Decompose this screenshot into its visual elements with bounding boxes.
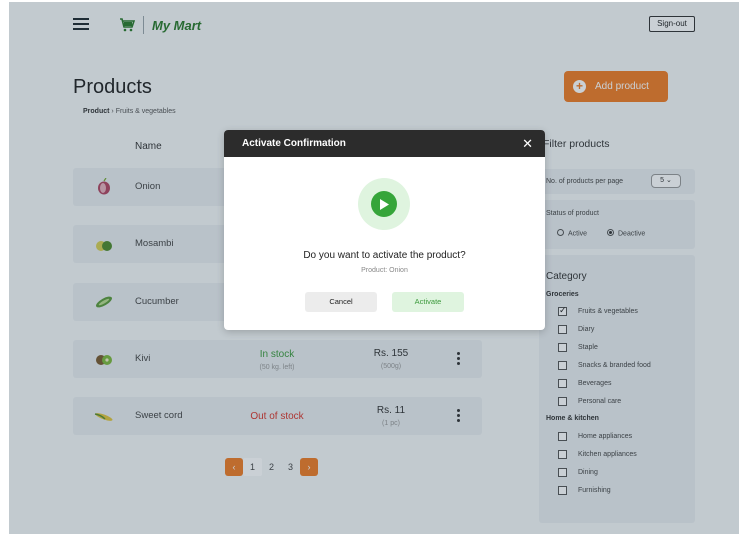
dialog-question: Do you want to activate the product?: [303, 250, 466, 261]
dialog-title: Activate Confirmation: [242, 138, 346, 149]
activate-confirmation-dialog: Activate Confirmation ✕ Do you want to a…: [224, 130, 545, 330]
activate-button[interactable]: Activate: [392, 292, 464, 312]
dialog-product-name: Product: Onion: [361, 267, 408, 274]
play-icon: [371, 191, 397, 217]
app-screen: My Mart Sign-out Products Product › Frui…: [9, 2, 739, 534]
dialog-header: Activate Confirmation ✕: [224, 130, 545, 157]
close-icon[interactable]: ✕: [522, 130, 533, 157]
activate-illustration: [358, 178, 410, 230]
cancel-button[interactable]: Cancel: [305, 292, 377, 312]
